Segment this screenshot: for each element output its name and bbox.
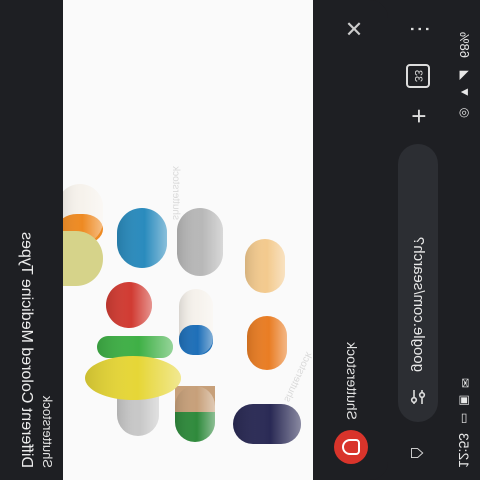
hotspot-icon: ◎: [458, 107, 472, 118]
new-tab-icon[interactable]: +: [404, 102, 434, 130]
pill-blue-capsule: [117, 208, 167, 268]
pills-photo: shutterstock shutterstock: [63, 165, 313, 444]
image-icon: ▣: [458, 394, 472, 406]
phone-screen: 12:53 ▭ ▣ ✉ ◎ ▼ ◢ 68% ⌂ google.com/searc…: [0, 0, 480, 480]
result-image[interactable]: shutterstock shutterstock: [63, 0, 313, 480]
result-title: Different Colored Medicine Types: [18, 232, 35, 468]
pill-green-long: [97, 336, 173, 358]
url-text: google.com/search?: [410, 236, 427, 372]
screenshot-stage: 12:53 ▭ ▣ ✉ ◎ ▼ ◢ 68% ⌂ google.com/searc…: [0, 0, 480, 480]
watermark-2: shutterstock: [170, 165, 181, 220]
tab-switcher-button[interactable]: 33: [406, 64, 430, 88]
site-name: Shutterstock: [344, 342, 360, 420]
result-details: Shutterstock Different Colored Medicine …: [0, 0, 63, 480]
home-icon[interactable]: ⌂: [405, 440, 431, 466]
pill-orange-oval: [247, 316, 287, 370]
result-header: Shutterstock ✕: [313, 0, 388, 480]
pill-cream-capsule: [245, 239, 285, 293]
result-source: Shutterstock: [40, 395, 55, 468]
page-info-icon[interactable]: [409, 388, 427, 406]
battery-level: 68%: [457, 31, 472, 58]
status-bar: 12:53 ▭ ▣ ✉ ◎ ▼ ◢ 68%: [448, 0, 480, 480]
wifi-icon: ▼: [458, 86, 472, 98]
signal-icon: ◢: [458, 70, 472, 80]
address-bar[interactable]: google.com/search?: [398, 144, 438, 422]
pill-green-beads: [175, 386, 215, 442]
site-logo-icon: [334, 430, 368, 464]
pill-red-round: [106, 282, 152, 328]
pill-yellow-oval: [85, 356, 181, 400]
mail-icon: ✉: [458, 377, 472, 388]
status-time: 12:53: [456, 432, 472, 468]
pill-white-blue-capsule: [179, 289, 213, 355]
browser-toolbar: ⌂ google.com/search? + 33 ⋮: [388, 0, 448, 480]
cast-icon: ▭: [458, 412, 472, 424]
watermark: shutterstock: [281, 349, 313, 403]
pill-dark-capsule: [233, 404, 301, 444]
more-options-icon[interactable]: ⋮: [406, 18, 434, 40]
pill-grey-capsule: [177, 208, 223, 276]
close-icon[interactable]: ✕: [340, 20, 366, 38]
